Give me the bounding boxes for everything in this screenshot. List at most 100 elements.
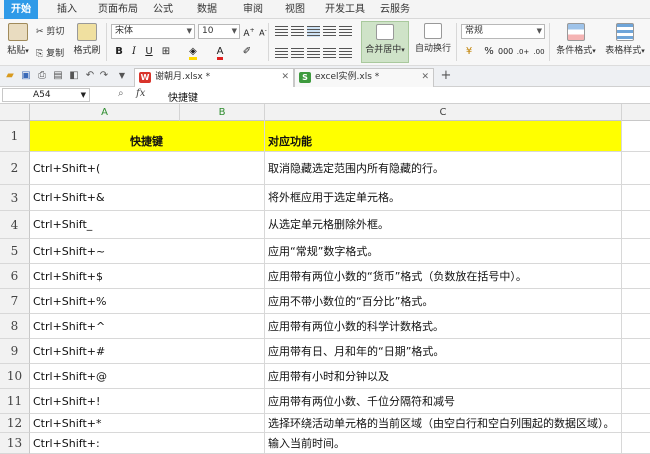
currency-icon[interactable]: ¥	[462, 45, 476, 59]
format-painter-button[interactable]: 格式刷	[72, 23, 102, 56]
cell-shortcut[interactable]: Ctrl+Shift+$	[30, 264, 265, 289]
font-color-icon[interactable]: A	[213, 45, 227, 60]
header-cell-function[interactable]: 对应功能	[265, 121, 622, 152]
align-top-icon[interactable]	[275, 26, 288, 37]
print-icon[interactable]: ⎙	[36, 70, 48, 82]
column-header-c[interactable]: C	[265, 104, 622, 121]
open-folder-icon[interactable]: ▰	[4, 70, 16, 82]
row-header[interactable]: 10	[0, 364, 30, 389]
fx-icon[interactable]: fx	[136, 88, 145, 99]
table-style-button[interactable]: 表格样式▾	[602, 23, 648, 56]
increase-decimal-icon[interactable]: .0+	[516, 45, 530, 59]
row-header[interactable]: 4	[0, 211, 30, 239]
cell-empty[interactable]	[622, 211, 650, 239]
underline-button[interactable]: U	[142, 45, 156, 59]
cell-empty[interactable]	[622, 239, 650, 264]
font-size-select[interactable]: 10 ▼	[198, 24, 240, 39]
increase-font-icon[interactable]: A+	[242, 24, 256, 39]
clear-format-icon[interactable]: ✐	[240, 45, 254, 59]
menu-tab-developer[interactable]: 开发工具	[322, 0, 368, 19]
number-format-select[interactable]: 常规 ▼	[461, 24, 545, 39]
border-icon[interactable]: ⊞	[159, 45, 173, 59]
align-bottom-icon[interactable]	[307, 26, 320, 37]
copy-button[interactable]: ⎘ 复制	[36, 46, 64, 59]
cell-shortcut[interactable]: Ctrl+Shift+~	[30, 239, 265, 264]
wrap-icon[interactable]	[339, 26, 352, 37]
header-cell-shortcut[interactable]: 快捷键	[30, 121, 265, 152]
cell-shortcut[interactable]: Ctrl+Shift+*	[30, 414, 265, 433]
row-header[interactable]: 8	[0, 314, 30, 339]
cell-function[interactable]: 应用不带小数位的“百分比”格式。	[265, 289, 622, 314]
row-header[interactable]: 13	[0, 433, 30, 454]
row-header[interactable]: 5	[0, 239, 30, 264]
cell-empty[interactable]	[622, 152, 650, 185]
new-tab-button[interactable]: +	[440, 69, 452, 82]
row-header[interactable]: 12	[0, 414, 30, 433]
cell-empty[interactable]	[622, 433, 650, 454]
select-all-corner[interactable]	[0, 104, 30, 121]
cut-button[interactable]: ✂ 剪切	[36, 24, 64, 37]
cell-empty[interactable]	[622, 121, 650, 152]
decrease-decimal-icon[interactable]: .00	[532, 45, 546, 59]
menu-tab-cloud[interactable]: 云服务	[374, 0, 416, 19]
row-header[interactable]: 6	[0, 264, 30, 289]
format-icon[interactable]: ◧	[68, 70, 80, 82]
menu-tab-review[interactable]: 审阅	[236, 0, 270, 19]
cell-function[interactable]: 应用带有两位小数的“货币”格式（负数放在括号中）。	[265, 264, 622, 289]
row-header[interactable]: 2	[0, 152, 30, 185]
cell-empty[interactable]	[622, 389, 650, 414]
menu-tab-data[interactable]: 数据	[190, 0, 224, 19]
menu-tab-view[interactable]: 视图	[278, 0, 312, 19]
cell-function[interactable]: 取消隐藏选定范围内所有隐藏的行。	[265, 152, 622, 185]
close-icon[interactable]: ✕	[281, 69, 289, 86]
cell-empty[interactable]	[622, 264, 650, 289]
cell-empty[interactable]	[622, 414, 650, 433]
align-right-icon[interactable]	[307, 48, 320, 59]
conditional-format-button[interactable]: 条件格式▾	[553, 23, 599, 56]
undo-icon[interactable]: ↶	[84, 70, 96, 82]
justify-icon[interactable]	[323, 48, 336, 59]
cell-shortcut[interactable]: Ctrl+Shift+(	[30, 152, 265, 185]
menu-tab-insert[interactable]: 插入	[50, 0, 84, 19]
cell-shortcut[interactable]: Ctrl+Shift+@	[30, 364, 265, 389]
cell-function[interactable]: 应用带有两位小数的科学计数格式。	[265, 314, 622, 339]
menu-tab-home[interactable]: 开始	[4, 0, 38, 19]
cell-empty[interactable]	[622, 185, 650, 211]
print-preview-icon[interactable]: ▤	[52, 70, 64, 82]
indent-icon[interactable]	[323, 26, 336, 37]
font-name-select[interactable]: 宋体 ▼	[111, 24, 195, 39]
thousands-icon[interactable]: 000	[498, 45, 513, 59]
cell-function[interactable]: 应用“常规”数字格式。	[265, 239, 622, 264]
cell-function[interactable]: 选择环绕活动单元格的当前区域（由空白行和空白列围起的数据区域）。	[265, 414, 622, 433]
row-header[interactable]: 11	[0, 389, 30, 414]
formula-input[interactable]: 快捷键	[168, 89, 198, 104]
italic-button[interactable]: I	[127, 45, 141, 59]
row-header[interactable]: 1	[0, 121, 30, 152]
fill-color-icon[interactable]: ◈	[186, 45, 200, 60]
name-box[interactable]: A54 ▼	[2, 88, 90, 102]
align-left-icon[interactable]	[275, 48, 288, 59]
cell-shortcut[interactable]: Ctrl+Shift+&	[30, 185, 265, 211]
zoom-icon[interactable]: ⌕	[118, 88, 124, 99]
chevron-down-icon[interactable]: ▼	[116, 70, 128, 82]
close-icon[interactable]: ✕	[421, 69, 429, 86]
distribute-icon[interactable]	[339, 48, 352, 59]
row-header[interactable]: 9	[0, 339, 30, 364]
align-center-icon[interactable]	[291, 48, 304, 59]
cell-empty[interactable]	[622, 364, 650, 389]
cell-shortcut[interactable]: Ctrl+Shift_	[30, 211, 265, 239]
cell-shortcut[interactable]: Ctrl+Shift+:	[30, 433, 265, 454]
column-header-b[interactable]: B	[180, 104, 265, 121]
cell-function[interactable]: 应用带有小时和分钟以及	[265, 364, 622, 389]
cell-function[interactable]: 应用带有两位小数、千位分隔符和减号	[265, 389, 622, 414]
cell-shortcut[interactable]: Ctrl+Shift+#	[30, 339, 265, 364]
row-header[interactable]: 3	[0, 185, 30, 211]
bold-button[interactable]: B	[112, 45, 126, 59]
menu-tab-formulas[interactable]: 公式	[146, 0, 180, 19]
cell-function[interactable]: 输入当前时间。	[265, 433, 622, 454]
row-header[interactable]: 7	[0, 289, 30, 314]
document-tab[interactable]: S excel实例.xls * ✕	[294, 68, 434, 87]
cell-function[interactable]: 从选定单元格删除外框。	[265, 211, 622, 239]
redo-icon[interactable]: ↷	[98, 70, 110, 82]
cell-function[interactable]: 将外框应用于选定单元格。	[265, 185, 622, 211]
